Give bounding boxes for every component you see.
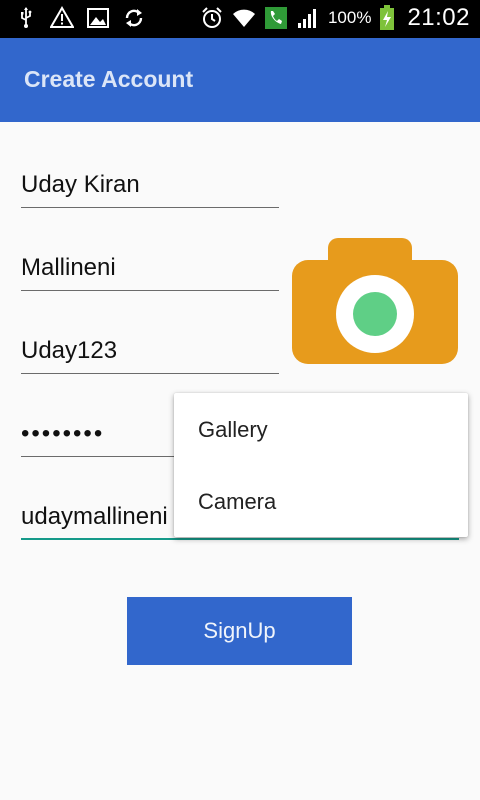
alarm-icon: [202, 7, 222, 28]
wifi-icon: [232, 9, 255, 27]
signup-button[interactable]: SignUp: [127, 597, 352, 665]
page-title: Create Account: [24, 66, 194, 92]
status-bar: 100% 21:02: [0, 0, 480, 38]
image-source-menu: Gallery Camera: [174, 393, 468, 537]
first-name-field[interactable]: Uday Kiran: [21, 168, 279, 208]
clock: 21:02: [407, 4, 470, 31]
camera-icon[interactable]: [290, 236, 460, 366]
status-bar-left: [14, 6, 146, 30]
battery-percent: 100%: [327, 8, 372, 27]
last-name-field[interactable]: Mallineni: [21, 251, 279, 291]
status-bar-right: 100% 21:02: [200, 4, 470, 32]
sync-icon: [125, 9, 143, 27]
battery-charging-icon: [380, 5, 395, 30]
phone-icon: [264, 7, 287, 29]
menu-item-camera[interactable]: Camera: [198, 489, 276, 515]
signal-icon: [297, 9, 316, 28]
warning-icon: [50, 6, 74, 28]
menu-item-gallery[interactable]: Gallery: [198, 417, 268, 443]
image-icon: [87, 8, 109, 28]
usb-icon: [21, 7, 32, 28]
app-bar: Create Account: [0, 38, 480, 122]
username-field[interactable]: Uday123: [21, 334, 279, 374]
